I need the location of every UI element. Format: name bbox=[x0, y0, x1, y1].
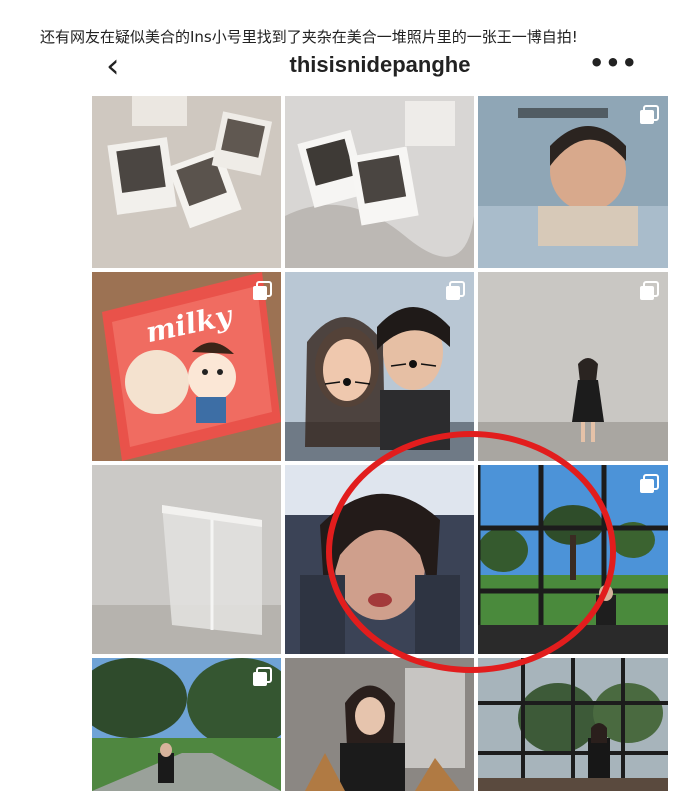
post-tile[interactable] bbox=[285, 658, 474, 791]
post-grid: milky bbox=[92, 96, 668, 791]
post-tile[interactable]: milky bbox=[92, 272, 281, 461]
profile-username: thisisnidepanghe bbox=[289, 52, 471, 77]
multiple-photos-icon bbox=[640, 474, 659, 493]
post-tile[interactable] bbox=[92, 96, 281, 268]
post-tile[interactable] bbox=[478, 96, 668, 268]
multiple-photos-icon bbox=[446, 281, 465, 300]
post-tile[interactable] bbox=[92, 465, 281, 654]
post-tile[interactable] bbox=[92, 658, 281, 791]
post-tile[interactable] bbox=[285, 96, 474, 268]
more-horizontal-icon[interactable]: ••• bbox=[589, 48, 638, 78]
multiple-photos-icon bbox=[253, 281, 272, 300]
multiple-photos-icon bbox=[640, 105, 659, 124]
highlight-circle bbox=[326, 431, 616, 673]
post-tile[interactable] bbox=[478, 272, 668, 461]
post-tile[interactable] bbox=[478, 658, 668, 791]
multiple-photos-icon bbox=[253, 667, 272, 686]
multiple-photos-icon bbox=[640, 281, 659, 300]
profile-header: ‹ thisisnidepanghe ••• bbox=[92, 44, 668, 96]
instagram-profile-screen: ‹ thisisnidepanghe ••• milky bbox=[92, 44, 668, 791]
